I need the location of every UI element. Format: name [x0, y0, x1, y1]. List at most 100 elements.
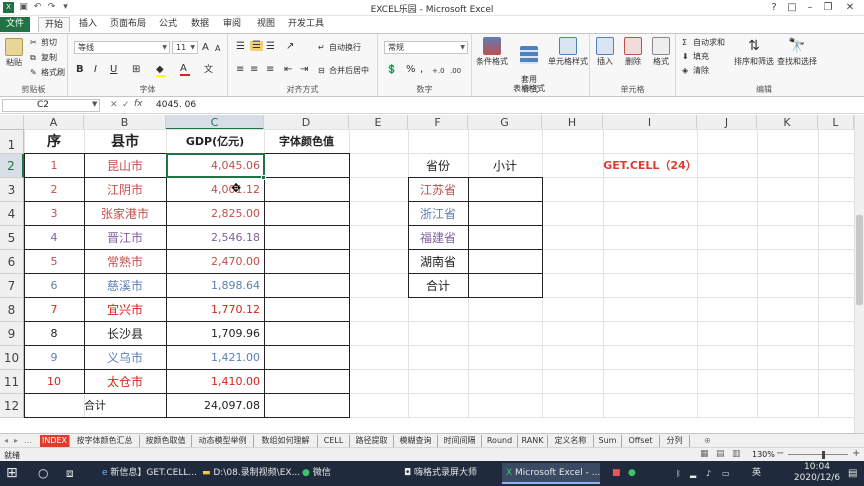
font-size-select[interactable]: 11 ▼: [172, 41, 198, 54]
cell-font-color-value[interactable]: [264, 154, 349, 178]
cell-font-color-value[interactable]: [264, 202, 349, 226]
font-name-select[interactable]: 等线 ▼: [74, 41, 170, 54]
tab-home[interactable]: 开始: [38, 17, 70, 32]
cell-county[interactable]: 张家港市: [84, 202, 166, 226]
summary-header-province[interactable]: 省份: [408, 154, 468, 178]
total-value[interactable]: 24,097.08: [166, 394, 264, 418]
row-header-2[interactable]: 2: [0, 154, 24, 178]
row-header-11[interactable]: 11: [0, 370, 24, 394]
column-header-a[interactable]: A: [24, 115, 84, 130]
fill-handle[interactable]: [261, 175, 266, 180]
summary-province[interactable]: 合计: [408, 274, 468, 298]
header-county[interactable]: 县市: [84, 130, 166, 154]
header-gdp[interactable]: GDP(亿元): [166, 130, 264, 154]
sheet-tab[interactable]: 模糊查询: [394, 435, 438, 447]
increase-decimal-button[interactable]: +.0: [432, 66, 445, 76]
restore-button[interactable]: ❐: [820, 1, 836, 15]
align-left-icon[interactable]: ≡: [236, 65, 244, 75]
sheet-tab[interactable]: Round: [482, 435, 518, 447]
sheet-tab[interactable]: 路径提取: [350, 435, 394, 447]
column-header-g[interactable]: G: [468, 115, 542, 130]
windows-start-icon[interactable]: ⊞: [6, 463, 18, 484]
decrease-decimal-button[interactable]: .00: [450, 66, 461, 76]
sheet-tab[interactable]: Sum: [594, 435, 622, 447]
sheet-tab[interactable]: Offset: [622, 435, 660, 447]
chevron-down-icon[interactable]: ▼: [92, 100, 97, 108]
fx-label[interactable]: fx: [134, 99, 143, 109]
tab-developer[interactable]: 开发工具: [286, 17, 326, 32]
header-font-color[interactable]: 字体颜色值: [264, 130, 349, 154]
cell-county[interactable]: 长沙县: [84, 322, 166, 346]
row-header-8[interactable]: 8: [0, 298, 24, 322]
battery-icon[interactable]: ▭: [722, 463, 730, 484]
scroll-thumb[interactable]: [856, 215, 863, 305]
column-header-b[interactable]: B: [84, 115, 166, 130]
cell-seq[interactable]: 3: [24, 202, 84, 226]
cell-seq[interactable]: 8: [24, 322, 84, 346]
paste-button[interactable]: 粘贴: [2, 38, 26, 67]
cancel-icon[interactable]: ✕: [110, 100, 118, 110]
taskbar-clock[interactable]: 10:04 2020/12/6: [792, 462, 842, 483]
column-header-f[interactable]: F: [408, 115, 468, 130]
copy-button[interactable]: ⧉ 复制: [30, 53, 57, 63]
summary-subtotal[interactable]: [468, 202, 542, 226]
more-sheets-icon[interactable]: …: [24, 435, 32, 447]
help-icon[interactable]: ?: [766, 1, 782, 15]
formula-input[interactable]: 4045. 06: [156, 100, 196, 110]
column-header-k[interactable]: K: [757, 115, 818, 130]
orientation-icon[interactable]: ↗: [286, 42, 294, 52]
summary-province[interactable]: 浙江省: [408, 202, 468, 226]
taskbar-item-explorer[interactable]: ▬ D:\08.录制视频\EX...: [198, 463, 300, 484]
cell-font-color-value[interactable]: [264, 298, 349, 322]
sheet-tab[interactable]: 数组如何理解: [254, 435, 318, 447]
sheet-tab[interactable]: 时间间隔: [438, 435, 482, 447]
normal-view-icon[interactable]: ▦: [700, 449, 709, 459]
column-header-c[interactable]: C: [166, 115, 264, 130]
cell-county[interactable]: 常熟市: [84, 250, 166, 274]
tab-insert[interactable]: 插入: [74, 17, 102, 32]
autosum-button[interactable]: Σ 自动求和: [682, 38, 725, 48]
page-break-view-icon[interactable]: ▥: [732, 449, 741, 459]
italic-button[interactable]: I: [94, 65, 97, 75]
underline-button[interactable]: U: [110, 65, 117, 75]
column-header-e[interactable]: E: [349, 115, 408, 130]
ribbon-display-icon[interactable]: □: [784, 1, 800, 15]
record-icon[interactable]: ■: [612, 463, 621, 484]
sheet-tab[interactable]: 动态模型举例: [192, 435, 254, 447]
cell-seq[interactable]: 2: [24, 178, 84, 202]
grow-font-button[interactable]: A: [202, 43, 209, 53]
row-header-9[interactable]: 9: [0, 322, 24, 346]
sort-filter-button[interactable]: ⇅ 排序和筛选: [732, 37, 776, 66]
cell-county[interactable]: 昆山市: [84, 154, 166, 178]
row-header-3[interactable]: 3: [0, 178, 24, 202]
taskbar-item-browser[interactable]: e 新信息】GET.CELL...: [98, 463, 197, 484]
summary-province[interactable]: 福建省: [408, 226, 468, 250]
align-bottom-icon[interactable]: ☰: [266, 42, 275, 52]
tab-file[interactable]: 文件: [0, 17, 30, 32]
task-view-icon[interactable]: ⧈: [66, 463, 74, 484]
summary-subtotal[interactable]: [468, 178, 542, 202]
cell-gdp[interactable]: 1,410.00: [166, 370, 264, 394]
ime-indicator[interactable]: 英: [752, 463, 761, 484]
sheet-tab[interactable]: INDEX: [40, 435, 70, 447]
number-format-select[interactable]: 常规 ▼: [384, 41, 468, 54]
format-cells-button[interactable]: 格式: [648, 37, 674, 66]
cell-county[interactable]: 江阴市: [84, 178, 166, 202]
zoom-in-icon[interactable]: +: [852, 448, 860, 459]
column-header-h[interactable]: H: [542, 115, 603, 130]
get-cell-note[interactable]: GET.CELL（24）: [603, 154, 697, 178]
enter-icon[interactable]: ✓: [122, 100, 130, 110]
align-right-icon[interactable]: ≡: [266, 65, 274, 75]
percent-button[interactable]: %: [406, 65, 416, 75]
taskbar-item-recorder[interactable]: ◘ 嗨格式录屏大师: [400, 463, 496, 484]
bold-button[interactable]: B: [76, 65, 84, 75]
cell-gdp[interactable]: 1,898.64: [166, 274, 264, 298]
next-sheet-icon[interactable]: ▸: [14, 435, 18, 447]
row-header-5[interactable]: 5: [0, 226, 24, 250]
delete-cells-button[interactable]: 删除: [620, 37, 646, 66]
fill-button[interactable]: ⬇ 填充: [682, 52, 709, 62]
fill-color-icon[interactable]: ◆: [156, 65, 166, 77]
row-header-7[interactable]: 7: [0, 274, 24, 298]
zoom-level[interactable]: 130%: [752, 450, 775, 459]
cell-gdp[interactable]: 1,421.00: [166, 346, 264, 370]
